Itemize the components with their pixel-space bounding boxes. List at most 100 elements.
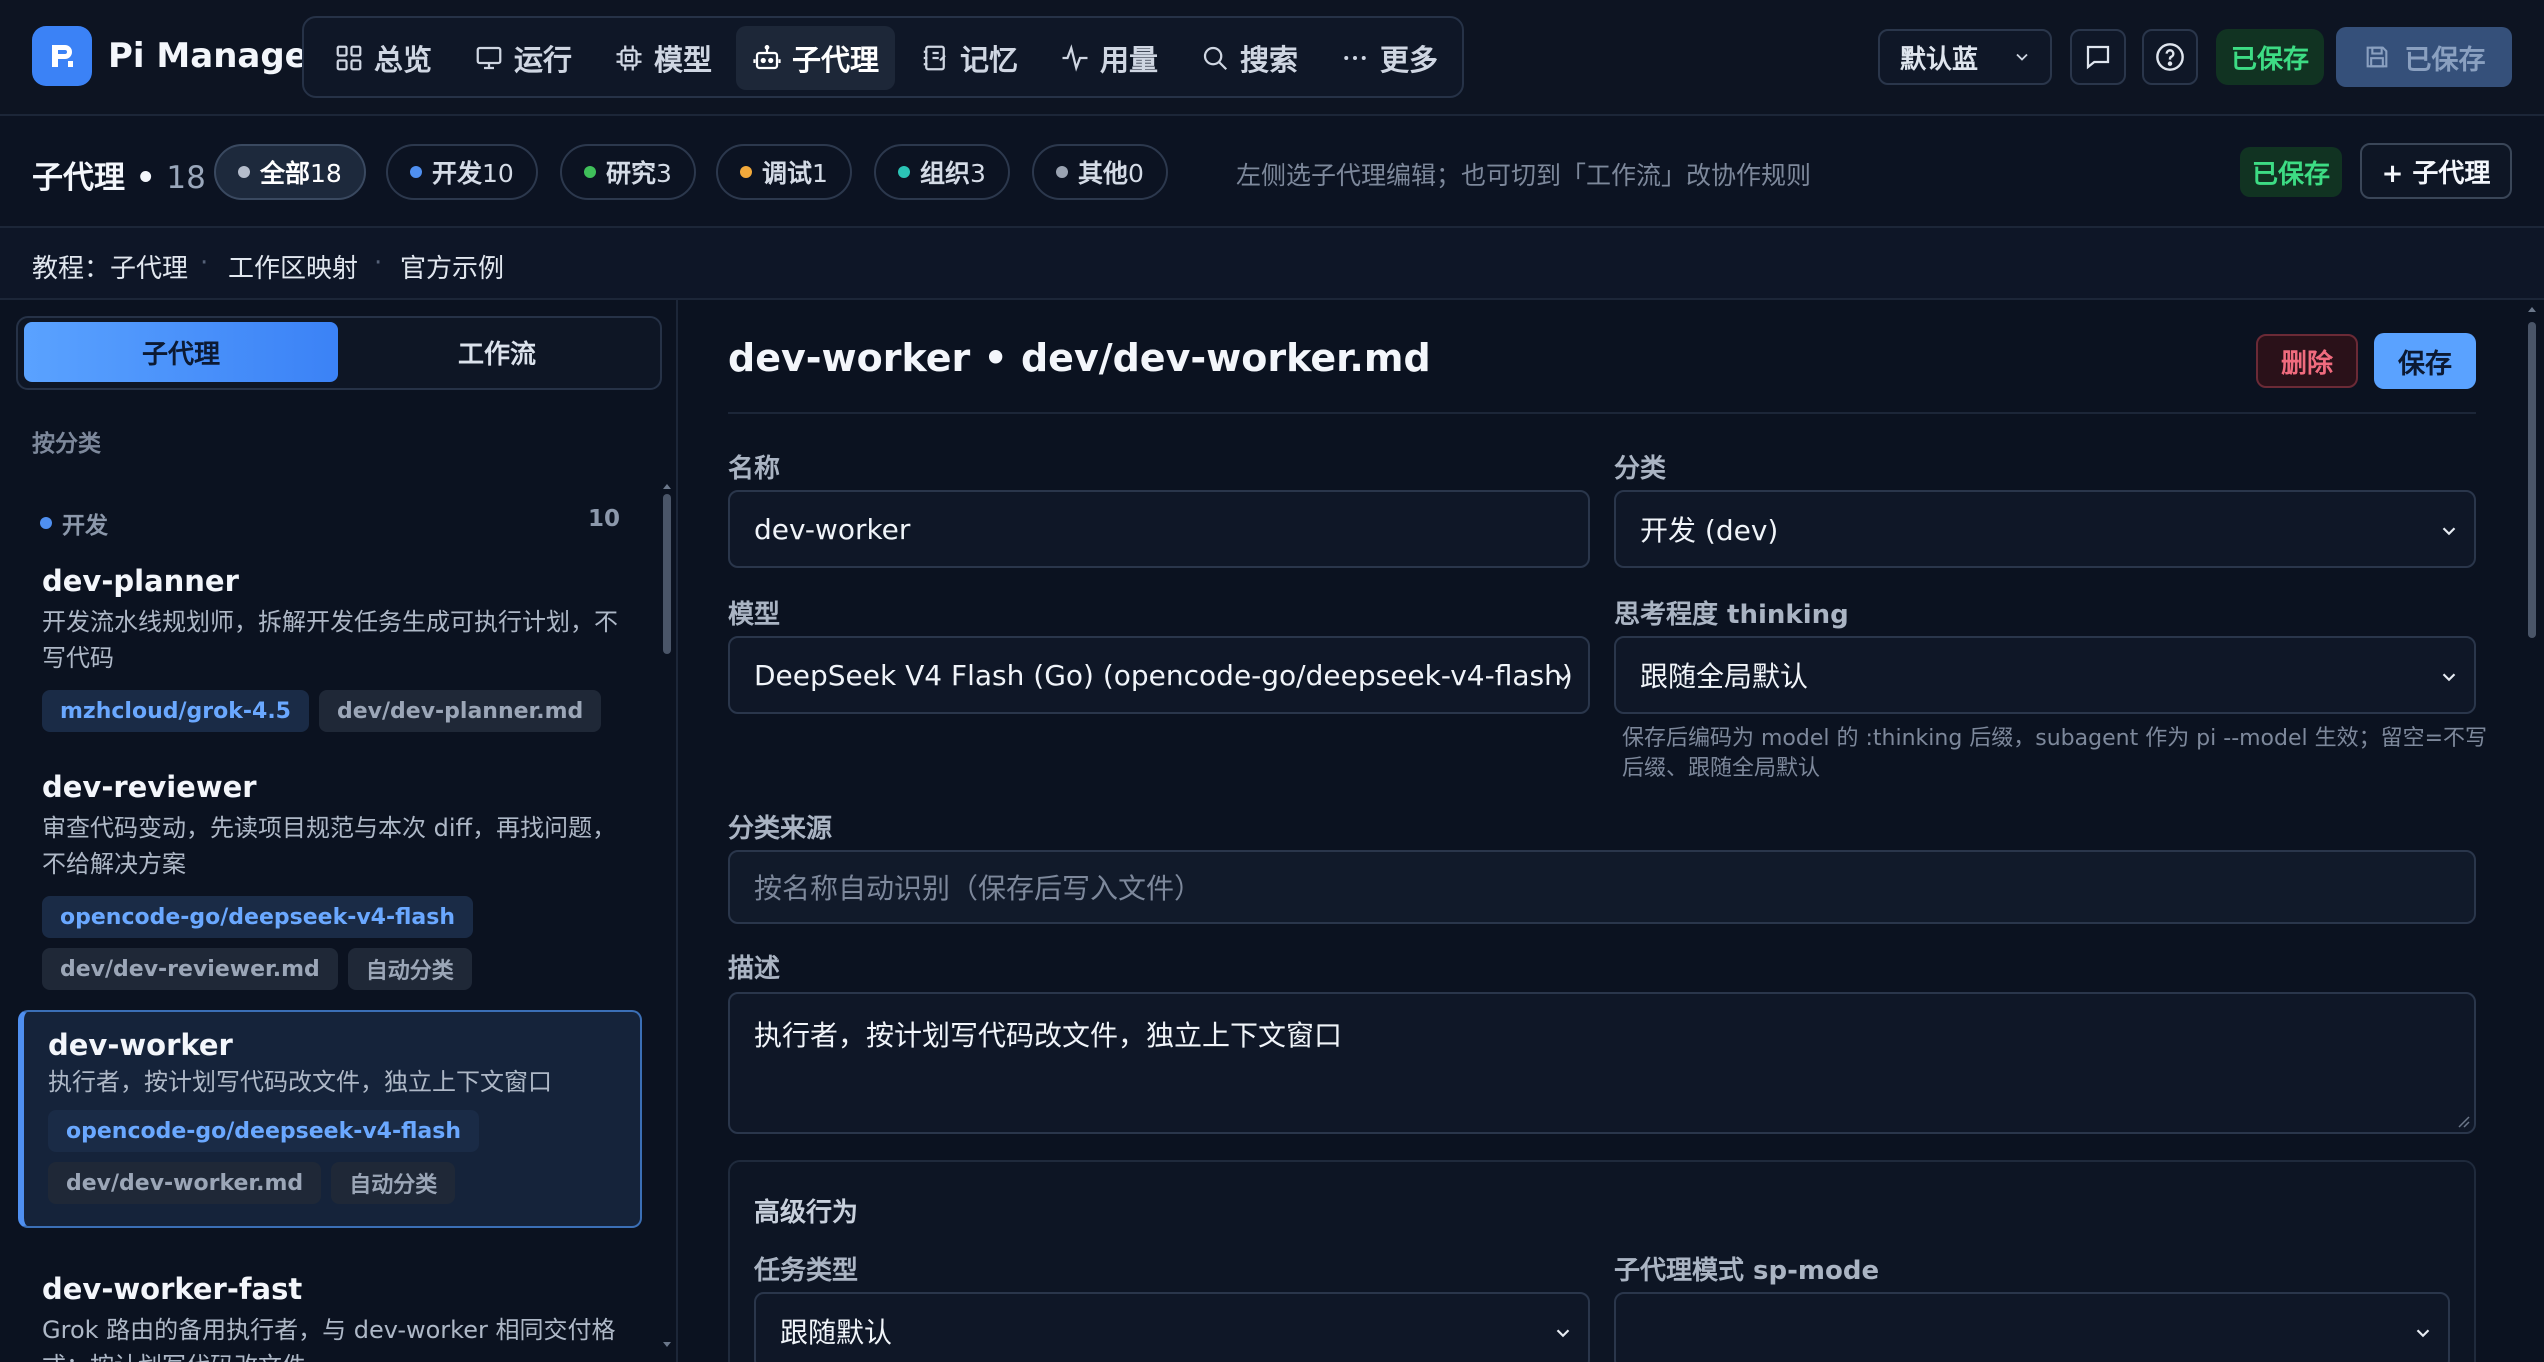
model-tag: opencode-go/deepseek-v4-flash [48, 1110, 480, 1152]
thinking-select[interactable]: 跟随全局默认 [1614, 636, 2476, 714]
editor-title: dev-worker • dev/dev-worker.md [728, 336, 1431, 380]
list-item[interactable]: dev-planner 开发流水线规划师，拆解开发任务生成可执行计划，不写代码 … [18, 542, 642, 732]
nav-run[interactable]: 运行 [458, 26, 588, 90]
resize-handle-icon[interactable] [2454, 1112, 2470, 1128]
filter-hint: 左侧选子代理编辑；也可切到「工作流」改协作规则 [1236, 161, 1812, 190]
auto-category-tag: 自动分类 [347, 948, 472, 990]
agent-name: dev-reviewer [42, 770, 257, 804]
task-type-select-value: 跟随默认 [780, 1316, 893, 1349]
robot-icon [753, 45, 781, 70]
description-text: 执行者，按计划写代码改文件，独立上下文窗口 [754, 1019, 1343, 1052]
task-type-select[interactable]: 跟随默认 [754, 1292, 1590, 1362]
tutorial-link-workspace-mapping[interactable]: 工作区映射 [228, 248, 358, 285]
chevron-down-icon [1556, 673, 1570, 682]
filter-chip-dev[interactable]: 开发10 [386, 144, 538, 200]
chevron-down-icon [2416, 1329, 2430, 1338]
page-title: 子代理 • 18 [32, 160, 206, 196]
thinking-label: 思考程度 thinking [1614, 600, 1849, 630]
nav-label: 搜索 [1240, 43, 1299, 77]
agent-name: dev-worker [48, 1028, 233, 1062]
list-item[interactable]: dev-reviewer 审查代码变动，先读项目规范与本次 diff，再找问题，… [18, 748, 642, 990]
chip-dot [238, 166, 250, 178]
notebook-icon [923, 45, 946, 71]
agent-name: dev-planner [42, 564, 239, 598]
sidebar-scrollbar-thumb[interactable] [663, 494, 671, 654]
nav-label: 总览 [374, 43, 433, 77]
list-item-selected[interactable]: dev-worker 执行者，按计划写代码改文件，独立上下文窗口 opencod… [18, 1010, 642, 1228]
save-all-button[interactable]: 已保存 [2336, 27, 2512, 87]
nav-overview[interactable]: 总览 [318, 26, 448, 90]
nav-models[interactable]: 模型 [598, 26, 728, 90]
tutorial-link-official-examples[interactable]: 官方示例 [400, 248, 504, 285]
task-type-label: 任务类型 [754, 1256, 859, 1286]
agent-description: 执行者，按计划写代码改文件，独立上下文窗口 [48, 1068, 552, 1096]
tutorial-separator: · [200, 248, 209, 278]
theme-select[interactable]: 默认蓝 [1878, 29, 2052, 85]
agent-description: 审查代码变动，先读项目规范与本次 diff，再找问题，不给解决方案 [42, 814, 617, 878]
category-header-dev[interactable]: 开发 [40, 506, 108, 540]
category-source-input[interactable]: 按名称自动识别（保存后写入文件） [728, 850, 2476, 924]
agent-name: dev-worker-fast [42, 1272, 303, 1306]
agent-description: Grok 路由的备用执行者，与 dev-worker 相同交付格式；按计划写代码… [42, 1316, 616, 1362]
filter-chip-other[interactable]: 其他0 [1032, 144, 1168, 200]
thinking-hint: 保存后编码为 model 的 :thinking 后缀，subagent 作为 … [1622, 726, 2488, 781]
chevron-down-icon [2442, 527, 2456, 536]
model-tag: opencode-go/deepseek-v4-flash [42, 896, 474, 938]
delete-button[interactable]: 删除 [2256, 334, 2358, 388]
category-select-value: 开发 (dev) [1640, 514, 1779, 547]
model-label: 模型 [728, 600, 781, 630]
file-tag: dev/dev-worker.md [48, 1162, 322, 1204]
file-tag: dev/dev-reviewer.md [42, 948, 338, 990]
tab-workflow[interactable]: 工作流 [340, 322, 654, 382]
thinking-select-value: 跟随全局默认 [1640, 660, 1809, 693]
grid-icon [336, 45, 362, 71]
model-select[interactable]: DeepSeek V4 Flash (Go) (opencode-go/deep… [728, 636, 1590, 714]
tutorial-separator: · [374, 248, 383, 278]
tutorial-link-subagents[interactable]: 教程：子代理 [32, 248, 188, 285]
name-input[interactable]: dev-worker [728, 490, 1590, 568]
category-label: 开发 [62, 513, 108, 539]
add-subagent-button[interactable]: + 子代理 [2360, 143, 2512, 199]
nav-usage[interactable]: 用量 [1044, 26, 1174, 90]
chip-dot [898, 166, 910, 178]
cpu-icon [616, 45, 642, 71]
nav-label: 记忆 [960, 43, 1019, 77]
chip-dot [410, 166, 422, 178]
auto-category-tag: 自动分类 [331, 1162, 456, 1204]
filter-chip-organize[interactable]: 组织3 [874, 144, 1010, 200]
description-label: 描述 [728, 954, 781, 984]
filter-chip-research[interactable]: 研究3 [560, 144, 696, 200]
list-item[interactable]: dev-worker-fast Grok 路由的备用执行者，与 dev-work… [18, 1250, 642, 1362]
chevron-down-icon [2016, 53, 2028, 61]
theme-select-value: 默认蓝 [1900, 44, 1979, 75]
saved-status-badge: 已保存 [2240, 147, 2342, 197]
source-label: 分类来源 [728, 814, 833, 844]
nav-memory[interactable]: 记忆 [904, 26, 1034, 90]
divider [728, 412, 2476, 414]
app-name: Pi Manager [108, 36, 325, 76]
feedback-button[interactable] [2070, 29, 2126, 85]
activity-icon [1062, 44, 1088, 72]
search-icon [1203, 46, 1228, 71]
filter-chip-all[interactable]: 全部18 [214, 144, 366, 200]
nav-subagents[interactable]: 子代理 [736, 26, 896, 90]
nav-search[interactable]: 搜索 [1184, 26, 1314, 90]
model-select-value: DeepSeek V4 Flash (Go) (opencode-go/deep… [754, 658, 1573, 692]
monitor-icon [476, 46, 502, 70]
help-button[interactable] [2142, 29, 2198, 85]
advanced-title: 高级行为 [754, 1198, 859, 1228]
sp-mode-select[interactable] [1614, 1292, 2450, 1362]
description-textarea[interactable]: 执行者，按计划写代码改文件，独立上下文窗口 [728, 992, 2476, 1134]
category-select[interactable]: 开发 (dev) [1614, 490, 2476, 568]
editor-scrollbar-thumb[interactable] [2528, 322, 2536, 638]
app-logo-icon [32, 26, 92, 86]
model-tag: mzhcloud/grok-4.5 [42, 690, 309, 732]
nav-more[interactable]: 更多 [1324, 26, 1454, 90]
sp-mode-label: 子代理模式 sp-mode [1614, 1256, 1880, 1286]
group-by-label: 按分类 [32, 431, 101, 457]
tab-subagents[interactable]: 子代理 [24, 322, 338, 382]
chat-icon [2086, 45, 2110, 70]
save-button[interactable]: 保存 [2374, 333, 2476, 389]
filter-chip-debug[interactable]: 调试1 [716, 144, 852, 200]
nav-label: 模型 [654, 43, 713, 77]
